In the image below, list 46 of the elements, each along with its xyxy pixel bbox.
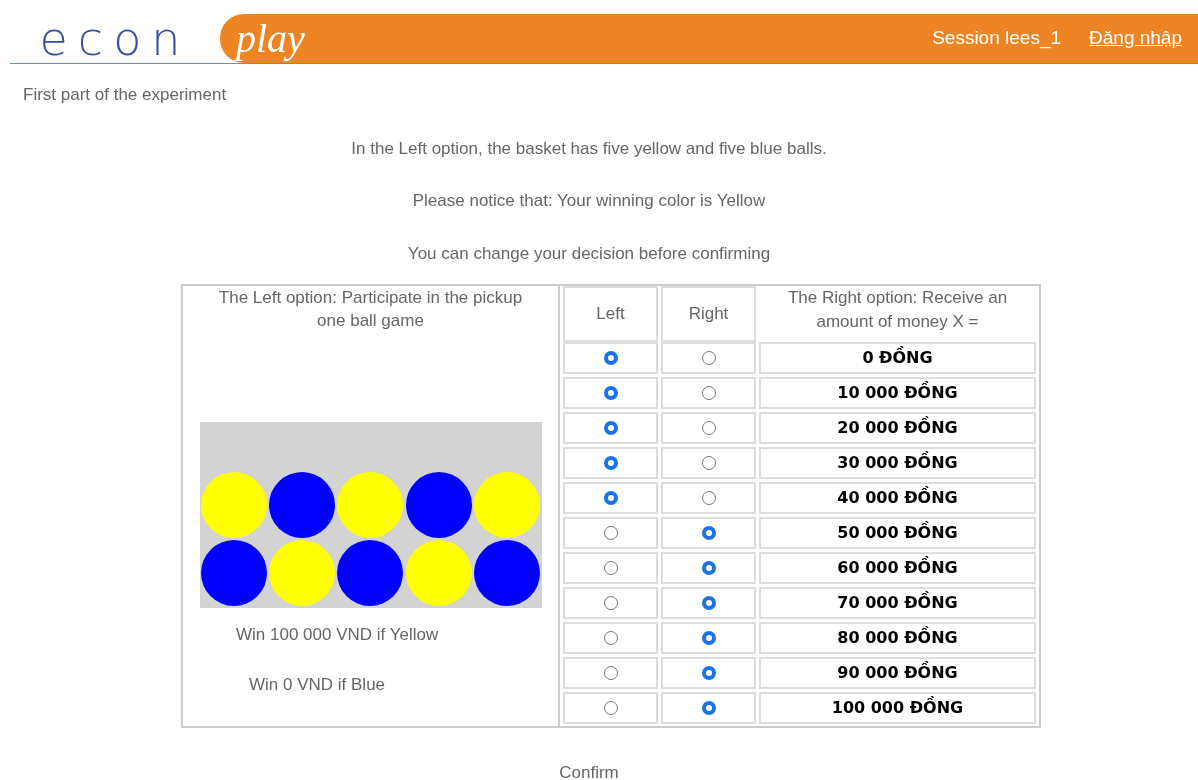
confirm-button[interactable]: Confirm bbox=[559, 760, 619, 780]
amount-cell: 50 000 ĐỒNG bbox=[759, 517, 1036, 549]
radio-button[interactable] bbox=[701, 561, 716, 575]
radio-button[interactable] bbox=[603, 701, 618, 715]
amount-cell: 30 000 ĐỒNG bbox=[759, 447, 1036, 479]
page-title: First part of the experiment bbox=[23, 84, 228, 106]
radio-button[interactable] bbox=[603, 491, 618, 505]
radio-button[interactable] bbox=[603, 386, 618, 400]
column-header: Right bbox=[661, 286, 756, 342]
radio-button[interactable] bbox=[701, 596, 716, 610]
radio-button[interactable] bbox=[701, 421, 716, 435]
amount-cell: 10 000 ĐỒNG bbox=[759, 377, 1036, 409]
radio-button[interactable] bbox=[701, 491, 716, 505]
radio-button[interactable] bbox=[701, 701, 716, 715]
radio-button[interactable] bbox=[701, 456, 716, 470]
instruction-text: You can change your decision before confirming bbox=[407, 242, 771, 265]
radio-button[interactable] bbox=[701, 666, 716, 680]
radio-button[interactable] bbox=[603, 666, 618, 680]
radio-button[interactable] bbox=[603, 456, 618, 470]
logo-text[interactable]: econ bbox=[39, 15, 191, 62]
session-label: Session lees_1 bbox=[932, 26, 1062, 51]
instruction-text: In the Left option, the basket has five yellow and five blue balls. bbox=[351, 137, 827, 160]
column-header: The Right option: Receive an amount of money X = bbox=[786, 287, 1009, 333]
column-header: Left bbox=[563, 286, 658, 342]
radio-button[interactable] bbox=[701, 526, 716, 540]
amount-cell: 60 000 ĐỒNG bbox=[759, 552, 1036, 584]
payoff-text: Win 100 000 VND if Yellow bbox=[236, 624, 439, 646]
amount-cell: 20 000 ĐỒNG bbox=[759, 412, 1036, 444]
column-header: The Left option: Participate in the pickup one ball game bbox=[217, 287, 524, 332]
radio-button[interactable] bbox=[603, 561, 618, 575]
payoff-text: Win 0 VND if Blue bbox=[249, 673, 387, 696]
radio-button[interactable] bbox=[603, 351, 618, 365]
radio-button[interactable] bbox=[603, 596, 618, 610]
amount-cell: 100 000 ĐỒNG bbox=[759, 692, 1036, 724]
amount-cell: 0 ĐỒNG bbox=[759, 342, 1036, 374]
radio-button[interactable] bbox=[701, 351, 716, 365]
amount-cell: 70 000 ĐỒNG bbox=[759, 587, 1036, 619]
instruction-text: Please notice that: Your winning color is Yellow bbox=[412, 190, 766, 212]
radio-button[interactable] bbox=[701, 631, 716, 645]
amount-cell: 40 000 ĐỒNG bbox=[759, 482, 1036, 514]
amount-cell: 90 000 ĐỒNG bbox=[759, 657, 1036, 689]
amount-cell: 80 000 ĐỒNG bbox=[759, 622, 1036, 654]
radio-button[interactable] bbox=[603, 526, 618, 540]
radio-button[interactable] bbox=[603, 631, 618, 645]
radio-button[interactable] bbox=[701, 386, 716, 400]
radio-button[interactable] bbox=[603, 421, 618, 435]
